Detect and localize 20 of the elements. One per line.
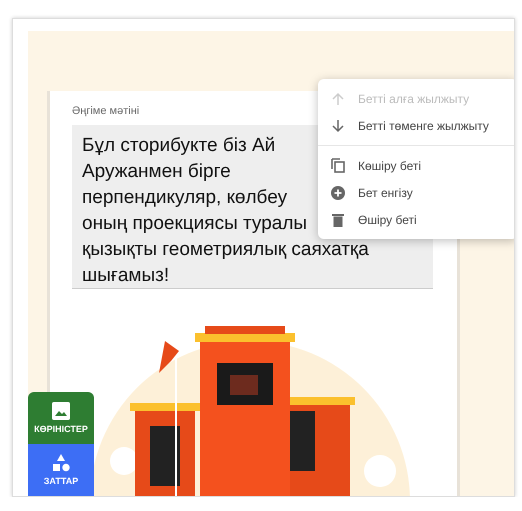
side-tab[interactable]: ЗАТТАР — [28, 444, 94, 496]
arrow-down-icon — [331, 118, 345, 132]
story-text-line: оның проекциясы туралы — [82, 212, 308, 236]
add-icon — [331, 186, 345, 200]
menu-item[interactable]: Өшіру беті — [318, 206, 514, 233]
menu-item[interactable]: Бетті төменге жылжыту — [318, 112, 514, 139]
trash-icon — [332, 212, 344, 226]
menu-item[interactable]: Бет енгізу — [318, 179, 514, 206]
story-text-line: Бұл сторибукте біз Ай — [82, 134, 276, 158]
story-text-line: перпендикуляр, көлбеу — [82, 186, 288, 210]
shapes-icon — [51, 454, 71, 472]
story-text-line: шығамыз! — [82, 264, 170, 288]
story-text-line: Аружанмен бірге — [82, 160, 231, 184]
image-icon — [52, 402, 70, 420]
menu-item[interactable]: Көшіру беті — [318, 152, 514, 179]
side-tab[interactable]: КӨРІНІСТЕР — [28, 392, 94, 444]
arrow-up-icon — [331, 92, 345, 106]
field-label: Әңгіме мәтіні — [72, 105, 140, 117]
copy-icon — [331, 158, 345, 173]
story-text-line: қызықты геометриялық саяхатқа — [82, 238, 369, 262]
